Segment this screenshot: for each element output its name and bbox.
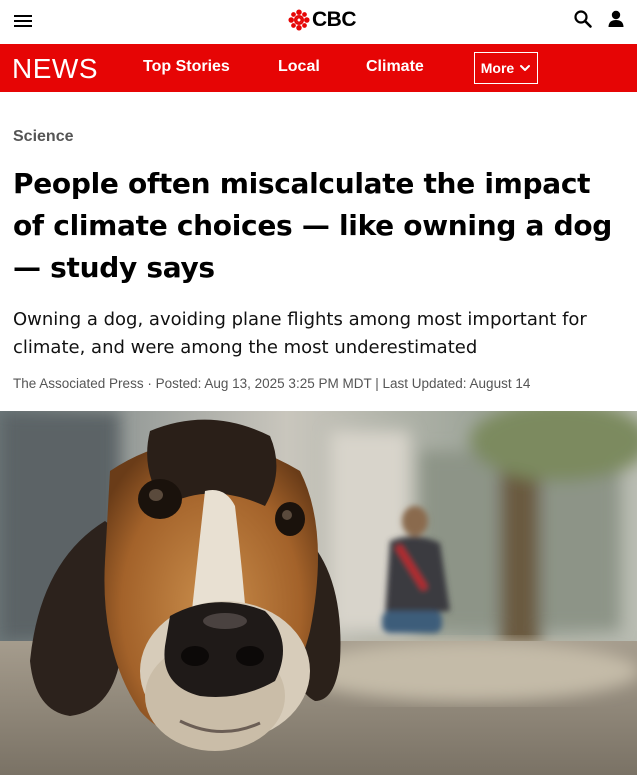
cbc-logo[interactable]: CBC <box>288 8 357 32</box>
more-menu-button[interactable]: More <box>474 52 538 84</box>
nav-climate[interactable]: Climate <box>366 58 424 76</box>
chevron-down-icon <box>520 65 531 71</box>
cbc-gem-logo <box>288 9 310 31</box>
byline-posted: Posted: Aug 13, 2025 3:25 PM MDT <box>155 376 372 391</box>
article-byline: The Associated Press · Posted: Aug 13, 2… <box>13 376 625 391</box>
user-account-icon[interactable] <box>606 9 626 29</box>
search-icon[interactable] <box>573 9 593 29</box>
nav-top-stories[interactable]: Top Stories <box>143 58 230 76</box>
byline-updated: Last Updated: August 14 <box>382 376 531 391</box>
nav-local[interactable]: Local <box>278 58 320 76</box>
beagle-photo <box>0 411 637 775</box>
byline-source: The Associated Press <box>13 376 144 391</box>
news-section-title[interactable]: NEWS <box>12 53 98 85</box>
more-label: More <box>480 60 515 76</box>
article-section-link[interactable]: Science <box>13 128 73 146</box>
byline-divider: | <box>371 376 383 391</box>
article-headline: People often miscalculate the impact of … <box>13 167 612 284</box>
cbc-wordmark: CBC <box>312 8 357 31</box>
hamburger-menu-icon[interactable] <box>14 12 34 30</box>
byline-separator: · <box>143 376 156 391</box>
news-nav-bar: NEWS Top Stories Local Climate More <box>0 44 637 92</box>
top-bar: CBC <box>0 0 637 44</box>
article-deck: Owning a dog, avoiding plane flights amo… <box>13 309 587 358</box>
hero-image <box>0 411 637 775</box>
